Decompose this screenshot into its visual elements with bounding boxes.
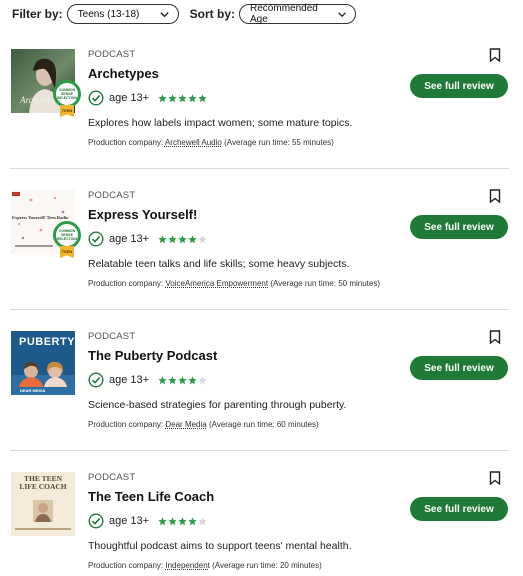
cover-image[interactable]: PUBERTY DEAR MEDIA xyxy=(11,331,75,395)
bookmark-icon[interactable] xyxy=(489,471,501,485)
chevron-down-icon xyxy=(160,11,169,17)
rating-row: age 13+ xyxy=(88,512,207,530)
media-type: PODCAST xyxy=(88,190,136,201)
see-full-review-button[interactable]: See full review xyxy=(410,74,508,98)
check-circle-icon xyxy=(88,372,104,388)
star-filled-icon xyxy=(168,375,177,384)
filter-value: Teens (13-18) xyxy=(77,8,140,20)
age-rating: age 13+ xyxy=(109,515,150,527)
star-filled-icon xyxy=(188,516,197,525)
filter-bar: Filter by: Teens (13-18) Sort by: Recomm… xyxy=(12,3,357,25)
item-description: Relatable teen talks and life skills; so… xyxy=(88,258,350,270)
chevron-down-icon xyxy=(338,11,346,17)
sort-label: Sort by: xyxy=(189,7,236,21)
item-description: Explores how labels impact women; some m… xyxy=(88,117,353,129)
star-rating xyxy=(158,234,207,244)
star-filled-icon xyxy=(168,234,177,243)
bookmark-icon[interactable] xyxy=(489,330,501,344)
see-full-review-button[interactable]: See full review xyxy=(410,497,508,521)
age-rating: age 13+ xyxy=(109,233,150,245)
star-rating xyxy=(158,516,207,526)
list-item: THE TEEN LIFE COACH PODCAST The Teen Lif… xyxy=(0,451,523,576)
check-circle-icon xyxy=(88,231,104,247)
media-type: PODCAST xyxy=(88,472,136,483)
star-filled-icon xyxy=(188,234,197,243)
rating-row: age 13+ xyxy=(88,230,207,248)
sort-select[interactable]: Recommended Age xyxy=(239,3,357,25)
rating-row: age 13+ xyxy=(88,89,207,107)
star-filled-icon xyxy=(198,93,207,102)
cover-subtitle: DEAR MEDIA xyxy=(20,388,46,393)
check-circle-icon xyxy=(88,90,104,106)
production-info: Production company: Dear Media (Average … xyxy=(88,420,319,429)
rating-row: age 13+ xyxy=(88,371,207,389)
item-title[interactable]: The Puberty Podcast xyxy=(88,348,217,363)
star-filled-icon xyxy=(188,375,197,384)
star-filled-icon xyxy=(178,234,187,243)
company-link[interactable]: VoiceAmerica Empowerment xyxy=(165,279,268,288)
item-title[interactable]: Archetypes xyxy=(88,66,159,81)
star-filled-icon xyxy=(178,93,187,102)
production-info: Production company: Archewell Audio (Ave… xyxy=(88,138,334,147)
star-rating xyxy=(158,93,207,103)
item-description: Science-based strategies for parenting t… xyxy=(88,399,347,411)
company-link[interactable]: Dear Media xyxy=(165,420,206,429)
item-title[interactable]: The Teen Life Coach xyxy=(88,489,214,504)
cover-image[interactable]: THE TEEN LIFE COACH xyxy=(11,472,75,536)
star-empty-icon xyxy=(198,516,207,525)
cover-title: Express Yourself! Teen Radio xyxy=(12,215,69,220)
sort-value: Recommended Age xyxy=(250,3,318,25)
list-item: Express Yourself! Teen Radio COMMON SENS… xyxy=(0,169,523,310)
item-description: Thoughtful podcast aims to support teens… xyxy=(88,540,352,552)
see-full-review-button[interactable]: See full review xyxy=(410,215,508,239)
company-link[interactable]: Archewell Audio xyxy=(165,138,222,147)
company-link[interactable]: Independent xyxy=(165,561,210,570)
list-item: Archetypes COMMON SENSE SELECTION TEEN P… xyxy=(0,28,523,169)
filter-label: Filter by: xyxy=(12,7,63,21)
star-filled-icon xyxy=(158,375,167,384)
see-full-review-button[interactable]: See full review xyxy=(410,356,508,380)
star-filled-icon xyxy=(178,516,187,525)
production-info: Production company: VoiceAmerica Empower… xyxy=(88,279,380,288)
age-rating: age 13+ xyxy=(109,92,150,104)
bookmark-icon[interactable] xyxy=(489,48,501,62)
star-empty-icon xyxy=(198,375,207,384)
cover-title: PUBERTY xyxy=(19,336,75,348)
check-circle-icon xyxy=(88,513,104,529)
star-filled-icon xyxy=(168,516,177,525)
star-empty-icon xyxy=(198,234,207,243)
star-filled-icon xyxy=(158,234,167,243)
cover-title: THE TEEN LIFE COACH xyxy=(19,474,67,491)
star-filled-icon xyxy=(158,93,167,102)
star-rating xyxy=(158,375,207,385)
star-filled-icon xyxy=(158,516,167,525)
list-item: PUBERTY DEAR MEDIA PODCAST The Puberty P… xyxy=(0,310,523,451)
age-rating: age 13+ xyxy=(109,374,150,386)
star-filled-icon xyxy=(188,93,197,102)
production-info: Production company: Independent (Average… xyxy=(88,561,322,570)
filter-select[interactable]: Teens (13-18) xyxy=(66,4,179,24)
star-filled-icon xyxy=(178,375,187,384)
bookmark-icon[interactable] xyxy=(489,189,501,203)
item-title[interactable]: Express Yourself! xyxy=(88,207,197,222)
media-type: PODCAST xyxy=(88,331,136,342)
star-filled-icon xyxy=(168,93,177,102)
media-type: PODCAST xyxy=(88,49,136,60)
